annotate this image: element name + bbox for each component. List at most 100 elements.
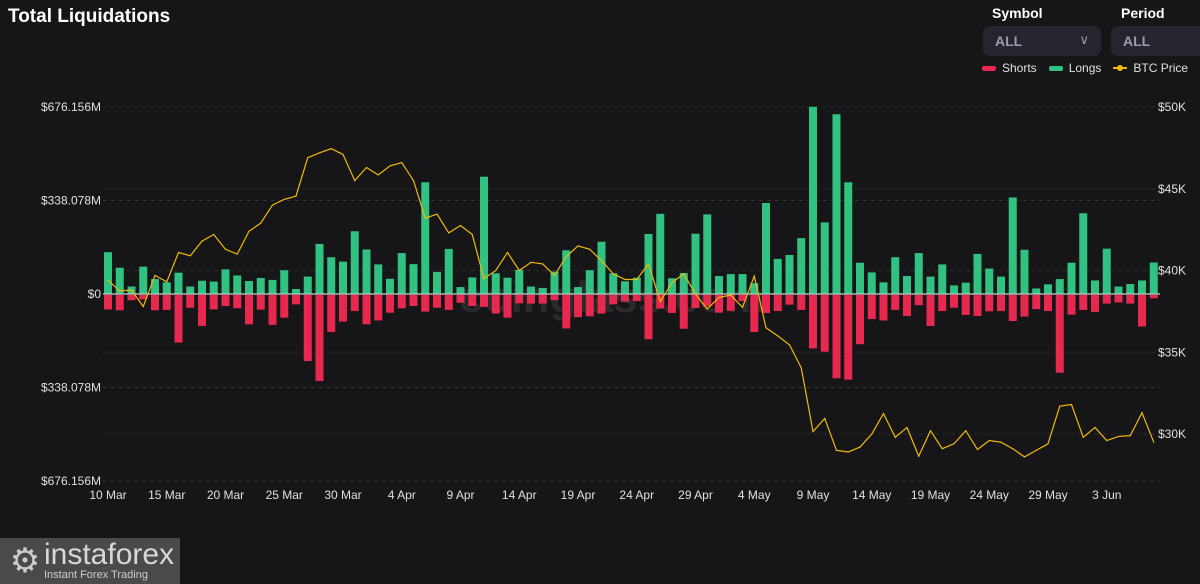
short-bar[interactable] (879, 295, 888, 321)
short-bar[interactable] (585, 295, 594, 317)
btc-price-point[interactable] (1070, 403, 1073, 406)
short-bar[interactable] (444, 295, 453, 310)
btc-price-point[interactable] (236, 253, 238, 255)
btc-price-point[interactable] (1082, 436, 1084, 438)
long-bar[interactable] (280, 270, 289, 294)
btc-price-point[interactable] (788, 344, 791, 346)
btc-price-point[interactable] (495, 269, 497, 272)
short-bar[interactable] (362, 295, 371, 325)
long-bar[interactable] (773, 258, 782, 294)
btc-price-point[interactable] (518, 269, 520, 272)
short-bar[interactable] (1079, 295, 1088, 310)
btc-price-point[interactable] (647, 263, 650, 265)
long-bar[interactable] (797, 238, 806, 294)
long-bar[interactable] (597, 241, 606, 294)
btc-price-point[interactable] (107, 279, 109, 281)
btc-price-point[interactable] (753, 275, 755, 277)
btc-price-point[interactable] (142, 305, 144, 308)
short-bar[interactable] (621, 295, 629, 302)
btc-price-point[interactable] (1059, 405, 1061, 407)
short-bar[interactable] (1091, 295, 1099, 312)
btc-price-point[interactable] (213, 233, 215, 236)
long-bar[interactable] (703, 214, 712, 294)
long-bar[interactable] (292, 289, 300, 294)
short-bar[interactable] (456, 295, 465, 303)
long-bar[interactable] (1032, 288, 1041, 294)
btc-price-point[interactable] (553, 274, 556, 277)
long-bar[interactable] (867, 272, 876, 294)
short-bar[interactable] (468, 295, 477, 307)
short-bar[interactable] (350, 295, 359, 312)
long-bar[interactable] (820, 222, 829, 294)
short-bar[interactable] (127, 295, 136, 301)
long-bar[interactable] (856, 262, 864, 294)
short-bar[interactable] (515, 295, 524, 304)
short-bar[interactable] (292, 295, 300, 305)
short-bar[interactable] (104, 295, 112, 310)
btc-price-point[interactable] (636, 278, 638, 281)
long-bar[interactable] (198, 280, 206, 294)
short-bar[interactable] (339, 295, 347, 322)
short-bar[interactable] (480, 295, 488, 307)
short-bar[interactable] (1044, 295, 1052, 312)
btc-price-point[interactable] (542, 263, 544, 265)
short-bar[interactable] (1114, 295, 1123, 303)
short-bar[interactable] (1032, 295, 1041, 310)
btc-price-point[interactable] (365, 166, 368, 169)
btc-price-point[interactable] (894, 436, 896, 438)
long-bar[interactable] (891, 257, 900, 294)
short-bar[interactable] (597, 295, 606, 314)
long-bar[interactable] (1008, 197, 1017, 294)
btc-price-point[interactable] (389, 165, 391, 167)
long-bar[interactable] (1138, 280, 1146, 294)
short-bar[interactable] (115, 295, 124, 311)
short-bar[interactable] (938, 295, 947, 312)
btc-price-point[interactable] (1035, 449, 1037, 451)
btc-price-point[interactable] (859, 446, 861, 448)
long-bar[interactable] (421, 182, 430, 294)
btc-price-point[interactable] (988, 439, 990, 442)
short-bar[interactable] (374, 295, 383, 321)
btc-price-point[interactable] (459, 224, 462, 227)
btc-price-point[interactable] (871, 433, 873, 435)
long-bar[interactable] (527, 286, 535, 294)
btc-price-point[interactable] (119, 290, 121, 292)
btc-price-point[interactable] (342, 153, 344, 156)
long-bar[interactable] (961, 282, 970, 294)
long-bar[interactable] (809, 106, 817, 295)
long-bar[interactable] (350, 231, 359, 294)
btc-price-point[interactable] (976, 448, 979, 451)
btc-price-point[interactable] (835, 449, 838, 451)
short-bar[interactable] (867, 295, 876, 320)
long-bar[interactable] (1020, 249, 1029, 294)
btc-price-point[interactable] (1012, 448, 1014, 450)
short-bar[interactable] (1008, 295, 1017, 321)
btc-price-point[interactable] (1117, 435, 1120, 438)
btc-price-point[interactable] (730, 294, 732, 296)
short-bar[interactable] (233, 295, 242, 309)
short-bar[interactable] (433, 295, 441, 308)
btc-price-point[interactable] (436, 213, 438, 215)
long-bar[interactable] (303, 276, 312, 294)
short-bar[interactable] (550, 295, 559, 301)
short-bar[interactable] (1067, 295, 1076, 315)
long-bar[interactable] (785, 255, 794, 294)
btc-price-point[interactable] (659, 300, 661, 303)
long-bar[interactable] (726, 274, 735, 294)
long-bar[interactable] (1079, 213, 1088, 294)
btc-price-point[interactable] (530, 261, 532, 263)
short-bar[interactable] (503, 295, 512, 318)
btc-price-point[interactable] (565, 256, 567, 258)
long-bar[interactable] (1114, 286, 1123, 294)
short-bar[interactable] (1055, 295, 1064, 373)
short-bar[interactable] (891, 295, 900, 310)
short-bar[interactable] (303, 295, 312, 362)
short-bar[interactable] (785, 295, 794, 305)
long-bar[interactable] (1055, 279, 1064, 294)
btc-price-point[interactable] (694, 293, 697, 295)
btc-price-point[interactable] (1047, 443, 1049, 445)
short-bar[interactable] (397, 295, 406, 309)
btc-price-point[interactable] (130, 289, 133, 291)
short-bar[interactable] (950, 295, 958, 308)
long-bar[interactable] (456, 287, 465, 294)
